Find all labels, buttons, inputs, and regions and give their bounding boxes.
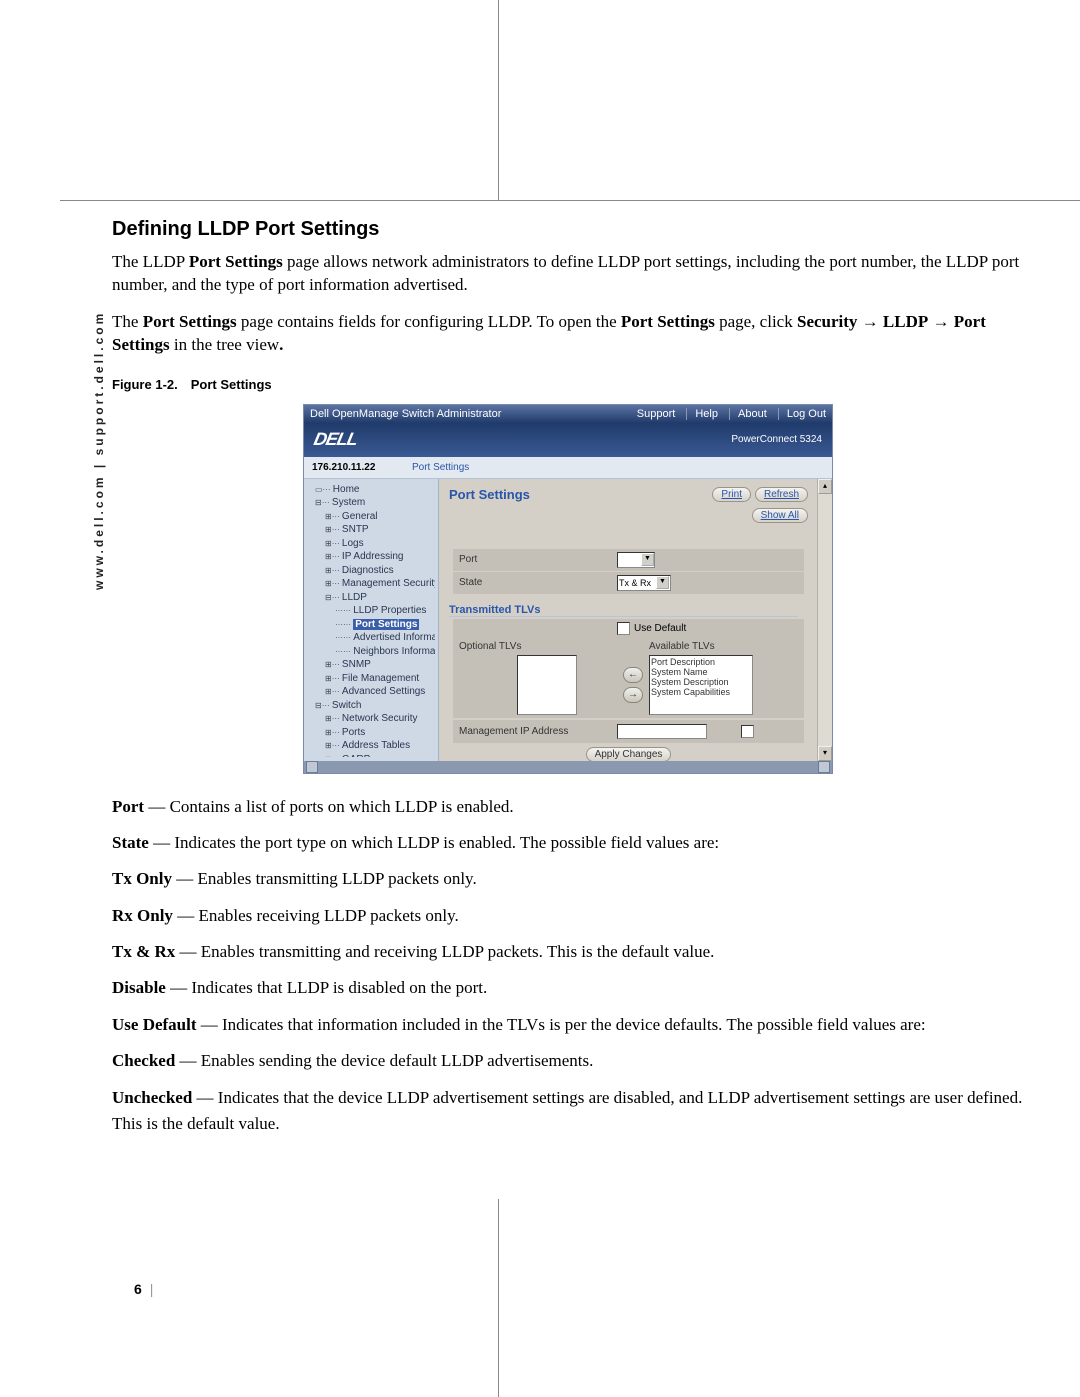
tree-hscroll[interactable] xyxy=(304,761,832,773)
tree-item[interactable]: ⊞··· Ports xyxy=(307,726,435,740)
breadcrumb: Port Settings xyxy=(412,462,469,473)
tree-item[interactable]: ⊞··· Diagnostics xyxy=(307,564,435,578)
tree-item[interactable]: ⊞··· General xyxy=(307,510,435,524)
tree-item[interactable]: ⊞··· SNTP xyxy=(307,523,435,537)
list-item[interactable]: System Name xyxy=(651,667,751,677)
product-name: PowerConnect 5324 xyxy=(731,434,822,445)
tree-item[interactable]: ⊞··· Management Security xyxy=(307,577,435,591)
list-item[interactable]: Port Description xyxy=(651,657,751,667)
label-optional-tlvs: Optional TLVs xyxy=(459,641,617,652)
label-use-default: Use Default xyxy=(634,623,686,634)
row-mgmt-ip: Management IP Address xyxy=(453,720,804,743)
apply-changes-button[interactable]: Apply Changes xyxy=(586,747,672,761)
link-help[interactable]: Help xyxy=(686,408,718,420)
tree-item[interactable]: ⊞··· File Management xyxy=(307,672,435,686)
optional-tlvs-listbox[interactable] xyxy=(517,655,577,715)
section-transmitted-tlvs: Transmitted TLVs xyxy=(449,604,798,617)
label-mgmt-ip: Management IP Address xyxy=(459,726,617,737)
titlebar-links: Support Help About Log Out xyxy=(629,408,826,420)
tree-item[interactable]: ······ Advertised Information xyxy=(307,631,435,645)
tree-item[interactable]: ······ Neighbors Information xyxy=(307,645,435,659)
app-titlebar: Dell OpenManage Switch Administrator Sup… xyxy=(304,405,832,423)
intro-para-2: The Port Settings page contains fields f… xyxy=(112,311,1024,357)
chevron-down-icon[interactable]: ▼ xyxy=(641,553,654,566)
app-title: Dell OpenManage Switch Administrator xyxy=(310,408,501,420)
field-txrx: Tx & Rx — Enables transmitting and recei… xyxy=(112,939,1024,965)
section-heading: Defining LLDP Port Settings xyxy=(112,218,1024,241)
available-tlvs-listbox[interactable]: Port DescriptionSystem NameSystem Descri… xyxy=(649,655,753,715)
field-rxonly: Rx Only — Enables receiving LLDP packets… xyxy=(112,903,1024,929)
link-logout[interactable]: Log Out xyxy=(778,408,826,420)
scroll-down-icon[interactable]: ▾ xyxy=(818,746,832,761)
tree-item[interactable]: ······ LLDP Properties xyxy=(307,604,435,618)
scroll-right-icon[interactable] xyxy=(818,761,830,773)
figure-caption: Figure 1-2. Port Settings xyxy=(112,377,1024,392)
row-tlv-lists: Optional TLVs ← → Available TLVs Port De… xyxy=(453,638,804,718)
page-title: Port Settings xyxy=(449,487,530,502)
scroll-up-icon[interactable]: ▴ xyxy=(818,479,832,494)
label-state: State xyxy=(459,577,617,588)
field-unchecked: Unchecked — Indicates that the device LL… xyxy=(112,1085,1024,1138)
field-checked: Checked — Enables sending the device def… xyxy=(112,1048,1024,1074)
tree-item[interactable]: ⊞··· Address Tables xyxy=(307,739,435,753)
show-all-button[interactable]: Show All xyxy=(752,508,808,523)
tree-item[interactable]: ⊞··· Network Security xyxy=(307,712,435,726)
nav-tree[interactable]: ▭··· Home⊟··· System⊞··· General⊞··· SNT… xyxy=(304,479,439,761)
intro-para-1: The LLDP Port Settings page allows netwo… xyxy=(112,251,1024,297)
tree-item[interactable]: ⊞··· Logs xyxy=(307,537,435,551)
horizontal-rule xyxy=(60,200,1080,201)
use-default-checkbox[interactable] xyxy=(617,622,630,635)
list-item[interactable]: System Capabilities xyxy=(651,687,751,697)
row-port: Port ▼ xyxy=(453,549,804,571)
refresh-button[interactable]: Refresh xyxy=(755,487,808,502)
label-available-tlvs: Available TLVs xyxy=(649,641,753,652)
dell-logo: DELL xyxy=(314,429,357,450)
link-about[interactable]: About xyxy=(729,408,767,420)
row-use-default: Use Default xyxy=(453,619,804,638)
tree-item[interactable]: ······ Port Settings xyxy=(307,618,435,632)
tree-item[interactable]: ⊟··· Switch xyxy=(307,699,435,713)
side-url: www.dell.com | support.dell.com xyxy=(92,311,106,590)
mgmt-ip-checkbox[interactable] xyxy=(741,725,754,738)
tree-item[interactable]: ▭··· Home xyxy=(307,483,435,497)
scrollbar[interactable]: ▴▾ xyxy=(817,479,832,761)
tree-item[interactable]: ⊟··· LLDP xyxy=(307,591,435,605)
chevron-down-icon[interactable]: ▼ xyxy=(656,576,669,589)
tree-item[interactable]: ⊞··· SNMP xyxy=(307,658,435,672)
move-right-button[interactable]: → xyxy=(623,687,643,703)
divider-top xyxy=(498,0,499,200)
field-usedefault: Use Default — Indicates that information… xyxy=(112,1012,1024,1038)
move-left-button[interactable]: ← xyxy=(623,667,643,683)
tree-item[interactable]: ⊟··· System xyxy=(307,496,435,510)
field-port: Port — Contains a list of ports on which… xyxy=(112,794,1024,820)
mgmt-ip-input[interactable] xyxy=(617,724,707,739)
list-item[interactable]: System Description xyxy=(651,677,751,687)
screenshot-port-settings: Dell OpenManage Switch Administrator Sup… xyxy=(303,404,833,774)
link-support[interactable]: Support xyxy=(637,408,676,420)
divider-bottom xyxy=(498,1199,499,1397)
field-disable: Disable — Indicates that LLDP is disable… xyxy=(112,975,1024,1001)
field-txonly: Tx Only — Enables transmitting LLDP pack… xyxy=(112,866,1024,892)
label-port: Port xyxy=(459,554,617,565)
tree-item[interactable]: ⊞··· IP Addressing xyxy=(307,550,435,564)
page-number: 6| xyxy=(134,1281,161,1297)
device-ip: 176.210.11.22 xyxy=(312,462,412,473)
row-state: State Tx & Rx▼ xyxy=(453,571,804,594)
print-button[interactable]: Print xyxy=(712,487,751,502)
state-select[interactable]: Tx & Rx▼ xyxy=(617,575,671,591)
tree-item[interactable]: ⊞··· GARP xyxy=(307,753,435,757)
port-select[interactable]: ▼ xyxy=(617,552,655,568)
tree-item[interactable]: ⊞··· Advanced Settings xyxy=(307,685,435,699)
scroll-left-icon[interactable] xyxy=(306,761,318,773)
field-state: State — Indicates the port type on which… xyxy=(112,830,1024,856)
